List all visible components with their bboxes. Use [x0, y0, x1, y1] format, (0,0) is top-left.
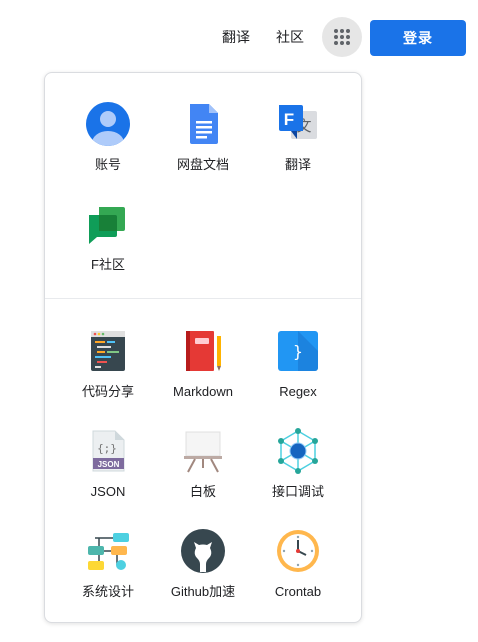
app-json[interactable]: {;} JSON JSON: [60, 420, 156, 510]
app-crontab[interactable]: Crontab: [250, 520, 346, 610]
app-label: 账号: [94, 157, 121, 172]
app-label: 系统设计: [81, 584, 134, 599]
app-docs[interactable]: 网盘文档: [155, 93, 251, 183]
json-file-icon: {;} JSON: [85, 428, 131, 474]
apps-panel: 账号 网盘文档 文 F 翻译 F社区 代码分享 Markdown} Regex…: [44, 72, 362, 623]
app-translate[interactable]: 文 F 翻译: [250, 93, 346, 183]
app-label: 代码分享: [81, 384, 134, 399]
account-icon: [85, 101, 131, 147]
whiteboard-icon: [180, 428, 226, 474]
app-label: 接口调试: [271, 484, 324, 499]
markdown-notebook-icon: [180, 328, 226, 374]
community-link[interactable]: 社区: [276, 27, 304, 47]
apps-button[interactable]: [322, 17, 362, 57]
github-icon: [180, 528, 226, 574]
app-label: Markdown: [173, 384, 233, 399]
code-share-icon: [85, 328, 131, 374]
regex-icon: }: [275, 328, 321, 374]
translate-icon: 文 F: [275, 101, 321, 147]
app-label: 白板: [189, 484, 216, 499]
translate-link[interactable]: 翻译: [222, 27, 250, 47]
app-system-design[interactable]: 系统设计: [60, 520, 156, 610]
svg-text:JSON: JSON: [98, 460, 120, 469]
svg-text:F: F: [284, 110, 294, 129]
login-button[interactable]: 登录: [370, 20, 466, 56]
app-whiteboard[interactable]: 白板: [155, 420, 251, 510]
app-label: 翻译: [284, 157, 311, 172]
app-label: F社区: [91, 257, 125, 272]
flowchart-icon: [85, 528, 131, 574]
app-label: 网盘文档: [176, 157, 229, 172]
app-code-share[interactable]: 代码分享: [60, 320, 156, 410]
app-label: JSON: [90, 484, 126, 499]
clock-icon: [275, 528, 321, 574]
docs-icon: [180, 101, 226, 147]
chat-icon: [85, 201, 131, 247]
top-bar: 翻译 社区 登录: [0, 0, 478, 72]
app-account[interactable]: 账号: [60, 93, 156, 183]
app-label: Github加速: [170, 584, 236, 599]
app-markdown[interactable]: Markdown: [155, 320, 251, 410]
svg-text:}: }: [293, 342, 303, 361]
app-api-debug[interactable]: 接口调试: [250, 420, 346, 510]
app-label: Crontab: [274, 584, 322, 599]
app-community[interactable]: F社区: [60, 193, 156, 283]
app-github[interactable]: Github加速: [155, 520, 251, 610]
app-regex[interactable]: } Regex: [250, 320, 346, 410]
section-divider: [45, 298, 361, 299]
svg-text:{;}: {;}: [97, 442, 117, 455]
api-network-icon: [275, 428, 321, 474]
app-label: Regex: [279, 384, 317, 399]
